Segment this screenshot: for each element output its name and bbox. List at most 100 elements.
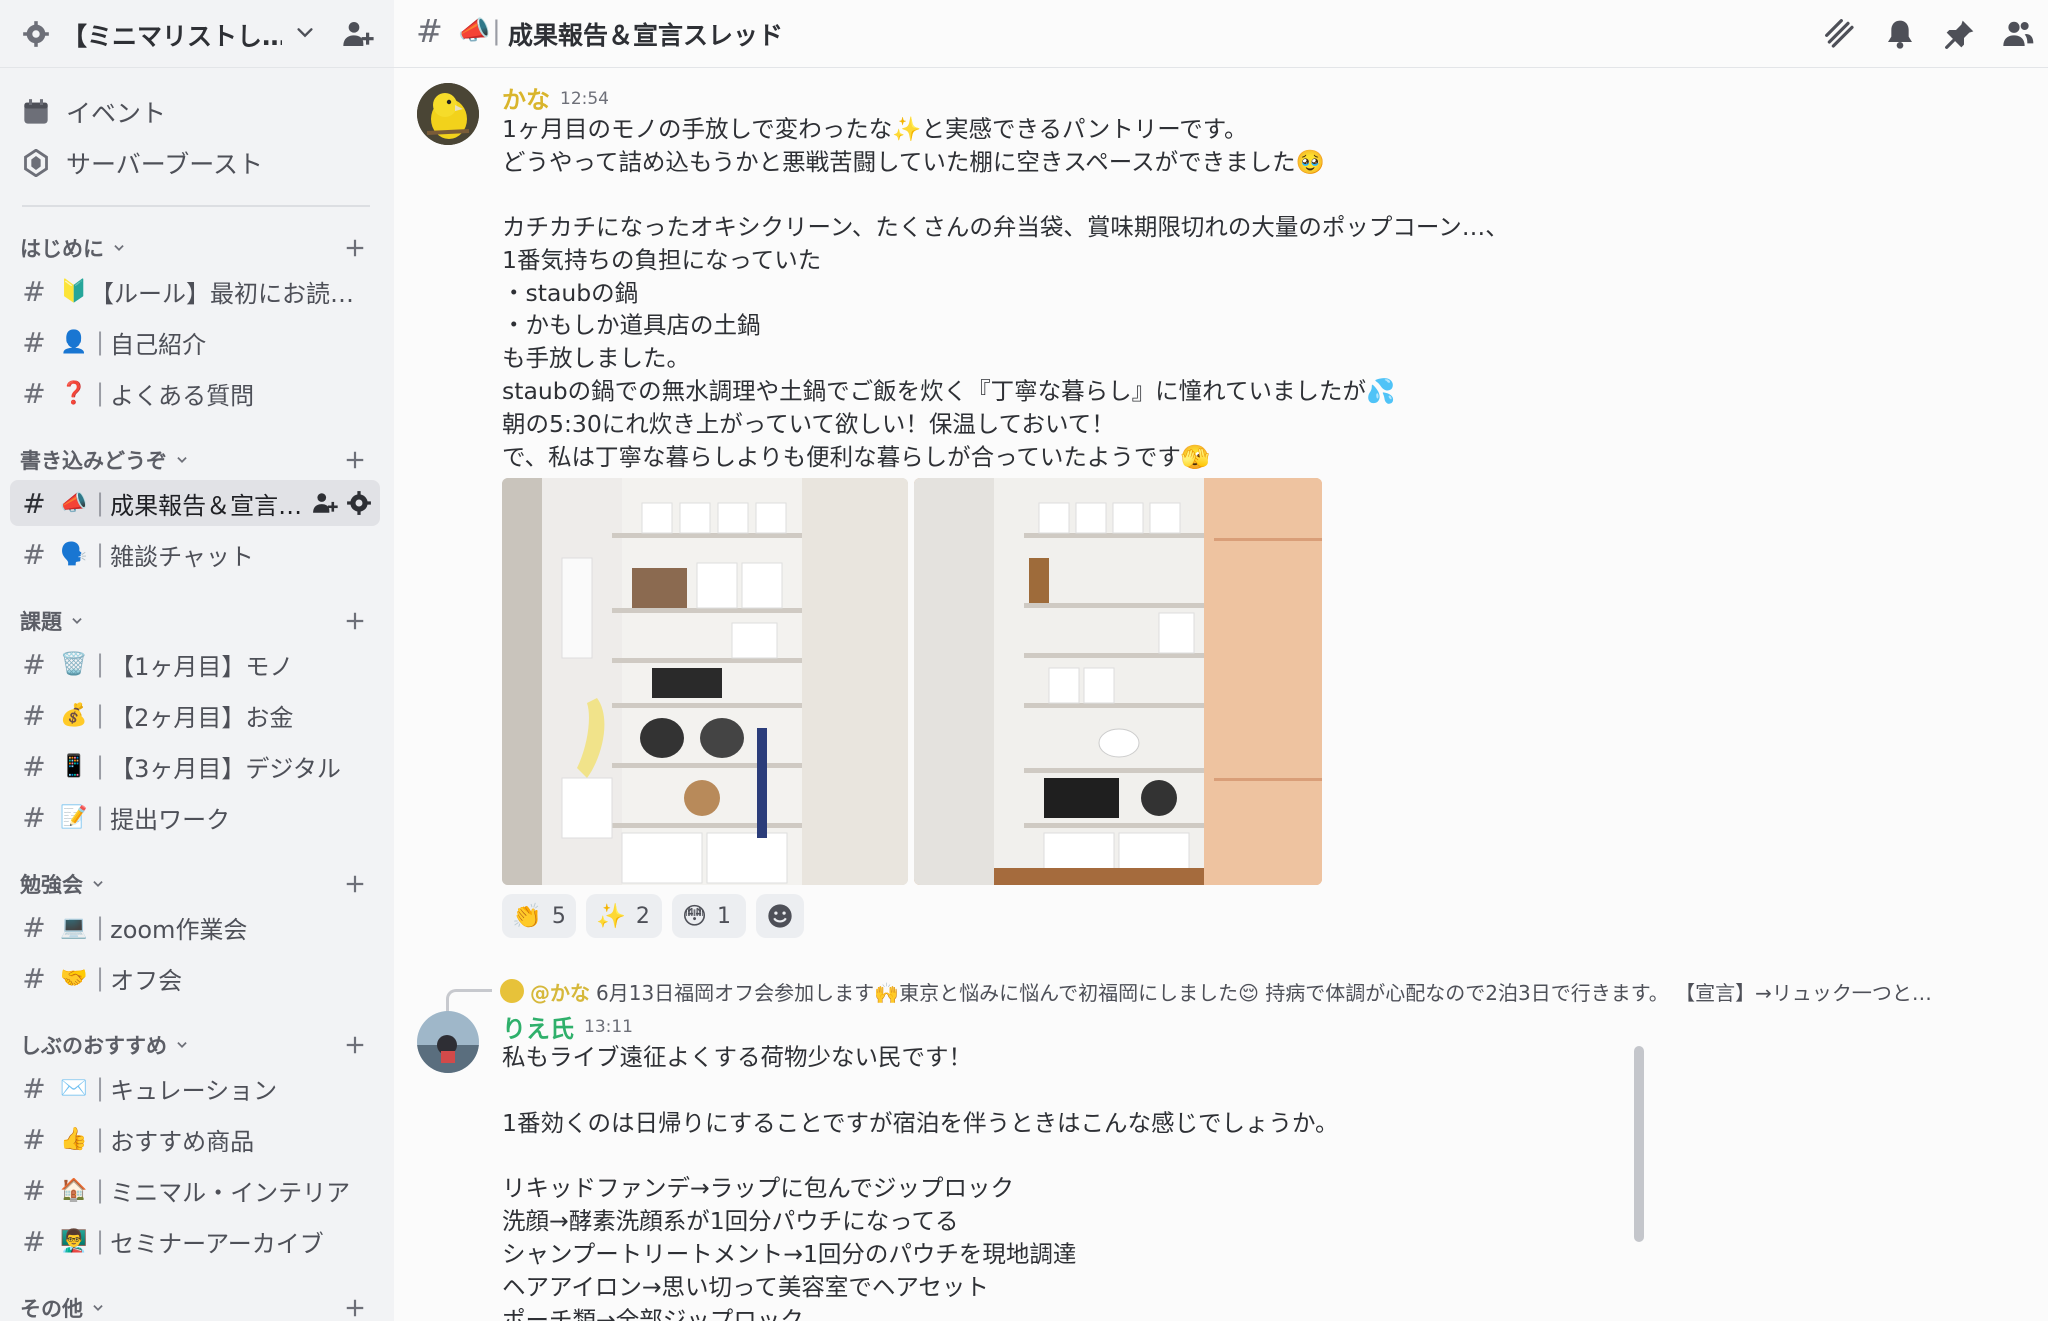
- members-icon[interactable]: [2002, 18, 2034, 50]
- reply-avatar: [500, 979, 524, 1003]
- server-name[interactable]: 【ミニマリストし…: [62, 17, 282, 53]
- avatar[interactable]: [417, 1011, 479, 1073]
- channel-submit-work[interactable]: # 📝 | 提出ワーク: [10, 794, 380, 840]
- add-channel-icon[interactable]: [344, 1034, 366, 1056]
- threads-icon[interactable]: [1824, 18, 1856, 50]
- hash-icon: #: [22, 910, 46, 944]
- invite-user-icon[interactable]: [342, 18, 374, 50]
- category-name: はじめに: [20, 237, 104, 261]
- boost-icon: [24, 149, 48, 177]
- reaction-count: 1: [717, 903, 732, 929]
- chevron-down-icon: [177, 1042, 187, 1048]
- add-channel-icon[interactable]: [344, 610, 366, 632]
- channel-results-declaration[interactable]: # 📣 | 成果報告＆宣言…: [10, 480, 380, 526]
- message-line: も手放しました。: [502, 344, 690, 372]
- reaction-clap[interactable]: 👏 5: [502, 894, 576, 938]
- channel-faq[interactable]: # ❓ | よくある質問: [10, 370, 380, 416]
- category-name: 課題: [20, 610, 62, 634]
- user-avatar-icon: [417, 1011, 479, 1073]
- channel-rules[interactable]: # 🔰 【ルール】最初にお読…: [10, 268, 380, 314]
- reaction-emoji: 👏: [512, 902, 542, 930]
- hash-icon: #: [22, 376, 46, 410]
- channel-label: 【ルール】最初にお読…: [90, 279, 354, 308]
- attachment-image[interactable]: [914, 478, 1322, 885]
- message-line: 私もライブ遠征よくする荷物少ない民です！: [502, 1043, 972, 1071]
- channel-minimal-interior[interactable]: # 🏠 | ミニマル・インテリア: [10, 1167, 380, 1213]
- hash-icon: #: [22, 698, 46, 732]
- channel-label: キュレーション: [110, 1076, 278, 1105]
- chevron-down-icon[interactable]: [294, 22, 316, 44]
- category-other[interactable]: その他: [20, 1293, 105, 1321]
- message-line: カチカチになったオキシクリーン、たくさんの弁当袋、賞味期限切れの大量のポップコー…: [502, 213, 1509, 241]
- hash-icon: #: [22, 961, 46, 995]
- reaction-emoji: ✨: [596, 902, 626, 930]
- hash-icon: #: [416, 12, 443, 50]
- channel-emoji: 📱: [60, 753, 88, 779]
- message-line: ポーチ類→全部ジップロック: [502, 1306, 804, 1321]
- message-author[interactable]: かな: [502, 80, 550, 115]
- category-hajimeni[interactable]: はじめに: [20, 233, 126, 263]
- pantry-photo-right: [914, 478, 1322, 885]
- add-channel-icon[interactable]: [344, 237, 366, 259]
- channel-month1-mono[interactable]: # 🗑️ | 【1ヶ月目】モノ: [10, 641, 380, 687]
- channel-label: 提出ワーク: [110, 805, 231, 834]
- reaction-sparkles[interactable]: ✨ 2: [586, 894, 662, 938]
- reaction-flushed[interactable]: 😳 1: [672, 894, 746, 938]
- channel-recommended-products[interactable]: # 👍 | おすすめ商品: [10, 1116, 380, 1162]
- chevron-down-icon: [114, 245, 124, 251]
- category-kakikomi[interactable]: 書き込みどうぞ: [20, 445, 189, 475]
- channel-chat[interactable]: # 🗣️ | 雑談チャット: [10, 531, 380, 577]
- channel-emoji: ❓: [60, 380, 88, 406]
- channel-month2-money[interactable]: # 💰 | 【2ヶ月目】お金: [10, 692, 380, 738]
- sidebar-item-server-boost[interactable]: サーバーブースト: [22, 143, 263, 183]
- add-channel-icon[interactable]: [344, 449, 366, 471]
- hash-icon: #: [22, 1122, 46, 1156]
- reaction-emoji: 😳: [682, 902, 708, 930]
- invite-user-icon[interactable]: [312, 490, 338, 516]
- server-header[interactable]: 【ミニマリストし…: [0, 0, 394, 68]
- server-gear-icon[interactable]: [22, 20, 50, 48]
- sidebar-item-events[interactable]: イベント: [22, 92, 166, 132]
- hash-icon: #: [22, 647, 46, 681]
- category-benkyoukai[interactable]: 勉強会: [20, 869, 105, 899]
- message-line: ・staubの鍋: [502, 279, 639, 307]
- channel-self-intro[interactable]: # 👤 | 自己紹介: [10, 319, 380, 365]
- channel-seminar-archive[interactable]: # 👨‍🏫 | セミナーアーカイブ: [10, 1218, 380, 1264]
- reply-mention[interactable]: @かな: [530, 977, 590, 1006]
- avatar[interactable]: [417, 83, 479, 145]
- add-channel-icon[interactable]: [344, 1297, 366, 1319]
- channel-curation[interactable]: # ✉️ | キュレーション: [10, 1065, 380, 1111]
- add-channel-icon[interactable]: [344, 873, 366, 895]
- channel-zoom[interactable]: # 💻 | zoom作業会: [10, 904, 380, 950]
- add-reaction-button[interactable]: [756, 894, 804, 938]
- sidebar: 【ミニマリストし… イベント サーバーブースト はじめに # 🔰 【ルール】最初…: [0, 0, 394, 1321]
- chevron-down-icon: [177, 457, 187, 463]
- channel-settings-gear-icon[interactable]: [346, 490, 372, 516]
- channel-label: zoom作業会: [110, 915, 248, 944]
- message-line: どうやって詰め込もうかと悪戦苦闘していた棚に空きスペースができました🥹: [502, 148, 1325, 176]
- calendar-icon: [24, 99, 48, 124]
- channel-title: 成果報告＆宣言スレッド: [508, 21, 784, 50]
- bell-icon[interactable]: [1884, 18, 1916, 50]
- message-author[interactable]: りえ氏: [502, 1009, 574, 1044]
- category-shibu-recommend[interactable]: しぶのおすすめ: [20, 1030, 189, 1060]
- category-name: その他: [20, 1297, 83, 1321]
- hash-icon: #: [22, 274, 46, 308]
- message-line: 1番効くのは日帰りにすることですが宿泊を伴うときはこんな感じでしょうか。: [502, 1109, 1339, 1137]
- channel-label: 【2ヶ月目】お金: [110, 703, 294, 732]
- scrollbar[interactable]: [1634, 1046, 1644, 1242]
- pin-icon[interactable]: [1944, 18, 1976, 50]
- channel-label: 【3ヶ月目】デジタル: [110, 754, 341, 783]
- hash-icon: #: [22, 1173, 46, 1207]
- channel-offkai[interactable]: # 🤝 | オフ会: [10, 955, 380, 1001]
- channel-month3-digital[interactable]: # 📱 | 【3ヶ月目】デジタル: [10, 743, 380, 789]
- channel-emoji: ✉️: [60, 1075, 88, 1101]
- sidebar-divider: [22, 205, 370, 207]
- channel-emoji: 🔰: [60, 278, 88, 304]
- message-timestamp: 12:54: [560, 89, 609, 109]
- category-name: 勉強会: [20, 873, 83, 897]
- reply-preview[interactable]: @かな 6月13日福岡オフ会参加します🙌東京と悩みに悩んで初福岡にしました😌 持…: [500, 976, 1980, 1006]
- message-line: リキッドファンデ→ラップに包んでジップロック: [502, 1174, 1015, 1202]
- attachment-image[interactable]: [502, 478, 908, 885]
- category-kadai[interactable]: 課題: [20, 606, 84, 636]
